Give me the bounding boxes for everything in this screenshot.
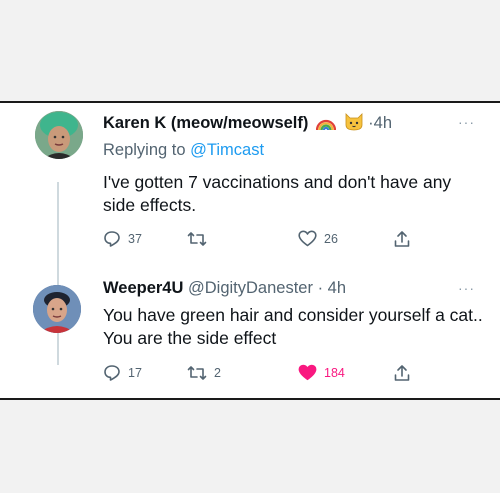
rainbow-icon bbox=[315, 114, 337, 136]
like-button[interactable]: 26 bbox=[298, 230, 338, 247]
share-icon bbox=[393, 364, 411, 382]
replying-to: Replying to @Timcast bbox=[103, 141, 264, 160]
like-button[interactable]: 184 bbox=[298, 364, 345, 381]
cat-face-icon bbox=[344, 113, 364, 136]
retweet-icon bbox=[187, 230, 207, 248]
share-button[interactable] bbox=[393, 364, 411, 382]
reply-count: 17 bbox=[128, 366, 142, 380]
author-name[interactable]: Weeper4U bbox=[103, 279, 183, 297]
reply-button[interactable]: 37 bbox=[103, 230, 142, 248]
thread-connector-line bbox=[57, 182, 59, 365]
retweet-count: 2 bbox=[214, 366, 221, 380]
author-name[interactable]: Karen K (meow/meowself) bbox=[103, 114, 308, 132]
tweet-header: Weeper4U @DigityDanester · 4h bbox=[103, 279, 346, 298]
avatar-karen[interactable] bbox=[35, 111, 83, 159]
tweet-actions: 17 2 184 bbox=[103, 364, 433, 386]
tweet-text: You have green hair and consider yoursel… bbox=[103, 305, 483, 348]
like-count: 184 bbox=[324, 365, 345, 380]
share-button[interactable] bbox=[393, 230, 411, 248]
avatar-weeper4u[interactable] bbox=[33, 285, 81, 333]
share-icon bbox=[393, 230, 411, 248]
tweet-thread-card: Karen K (meow/meowself) ·4h ··· Replying… bbox=[0, 101, 500, 400]
reply-button[interactable]: 17 bbox=[103, 364, 142, 382]
heart-icon bbox=[298, 230, 317, 247]
separator: · bbox=[317, 279, 324, 297]
reply-icon bbox=[103, 230, 121, 248]
replying-prefix: Replying to bbox=[103, 141, 186, 159]
reply-icon bbox=[103, 364, 121, 382]
more-options-icon[interactable]: ··· bbox=[458, 280, 475, 296]
retweet-button[interactable]: 2 bbox=[187, 364, 221, 382]
retweet-icon bbox=[187, 364, 207, 382]
tweet-text: I've gotten 7 vaccinations and don't hav… bbox=[103, 172, 452, 215]
tweet-time[interactable]: 4h bbox=[374, 114, 392, 132]
retweet-button[interactable] bbox=[187, 230, 214, 248]
reply-count: 37 bbox=[128, 232, 142, 246]
heart-filled-icon bbox=[298, 364, 317, 381]
tweet-time[interactable]: 4h bbox=[328, 279, 346, 297]
like-count: 26 bbox=[324, 231, 338, 246]
author-handle[interactable]: @DigityDanester bbox=[188, 279, 313, 297]
more-options-icon[interactable]: ··· bbox=[458, 114, 475, 130]
tweet-header: Karen K (meow/meowself) ·4h bbox=[103, 113, 392, 136]
tweet-actions: 37 26 bbox=[103, 230, 433, 252]
replying-handle-link[interactable]: @Timcast bbox=[190, 141, 264, 159]
